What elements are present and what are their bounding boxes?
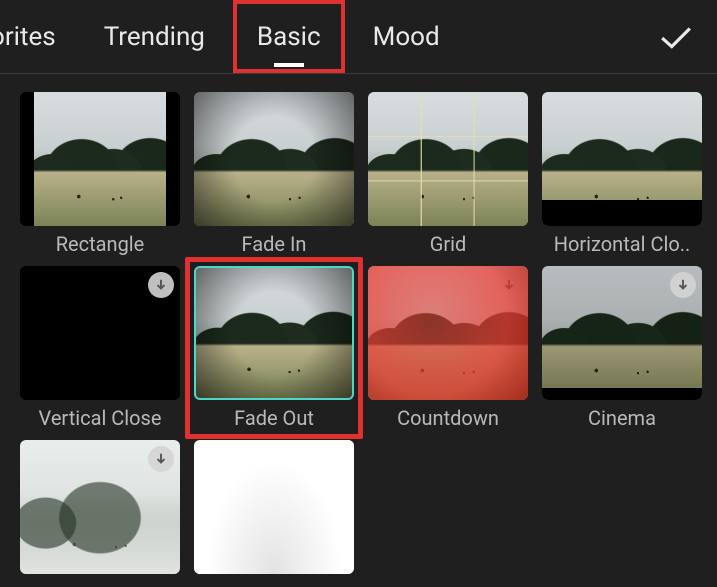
selection-highlight: Fade Out xyxy=(185,257,363,439)
effect-thumb-row3-a[interactable] xyxy=(20,440,180,574)
download-icon[interactable] xyxy=(148,272,174,298)
effect-label: Vertical Close xyxy=(20,406,180,430)
tab-favorites[interactable]: orites xyxy=(0,0,80,73)
download-icon[interactable] xyxy=(670,272,696,298)
effect-label: Fade Out xyxy=(194,406,354,430)
scene-preview xyxy=(20,440,180,574)
category-tabbar: orites Trending Basic Mood xyxy=(0,0,717,74)
effect-fade-out: Fade Out xyxy=(194,266,354,430)
tab-trending[interactable]: Trending xyxy=(80,0,229,73)
effect-label: Rectangle xyxy=(20,232,180,256)
effect-vertical-close: Vertical Close xyxy=(20,266,180,430)
effect-thumb-cinema[interactable] xyxy=(542,266,702,400)
effect-thumb-row3-b[interactable] xyxy=(194,440,354,574)
effect-countdown: Countdown xyxy=(368,266,528,430)
effect-thumb-grid[interactable] xyxy=(368,92,528,226)
confirm-button[interactable] xyxy=(653,14,699,60)
download-icon[interactable] xyxy=(148,446,174,472)
effect-label: Grid xyxy=(368,232,528,256)
effect-horizontal-close: Horizontal Clo.. xyxy=(542,92,702,256)
checkmark-icon xyxy=(659,24,693,50)
effect-thumb-fade-in[interactable] xyxy=(194,92,354,226)
scene-preview xyxy=(368,266,528,400)
effect-fade-in: Fade In xyxy=(194,92,354,256)
effect-thumb-countdown[interactable] xyxy=(368,266,528,400)
effect-label: Fade In xyxy=(194,232,354,256)
effect-label: Cinema xyxy=(542,406,702,430)
effect-grid: Grid xyxy=(368,92,528,256)
download-icon[interactable] xyxy=(322,446,348,472)
scene-preview xyxy=(196,268,352,398)
download-icon[interactable] xyxy=(496,272,522,298)
tab-basic[interactable]: Basic xyxy=(233,0,345,73)
scene-preview xyxy=(194,92,354,226)
effect-label: Countdown xyxy=(368,406,528,430)
effect-label: Horizontal Clo.. xyxy=(542,232,702,256)
effect-thumb-fade-out[interactable] xyxy=(194,266,354,400)
effect-row3-a xyxy=(20,440,180,574)
effect-thumb-horizontal-close[interactable] xyxy=(542,92,702,226)
effect-cinema: Cinema xyxy=(542,266,702,430)
scene-preview xyxy=(368,92,528,226)
effect-thumb-vertical-close[interactable] xyxy=(20,266,180,400)
scene-preview xyxy=(542,92,702,226)
scene-preview xyxy=(34,92,166,226)
effect-rectangle: Rectangle xyxy=(20,92,180,256)
effect-thumb-rectangle[interactable] xyxy=(20,92,180,226)
tab-mood[interactable]: Mood xyxy=(349,0,464,73)
effect-row3-b xyxy=(194,440,354,574)
effects-grid: Rectangle Fade In Grid Horizontal Clo.. … xyxy=(0,74,717,574)
